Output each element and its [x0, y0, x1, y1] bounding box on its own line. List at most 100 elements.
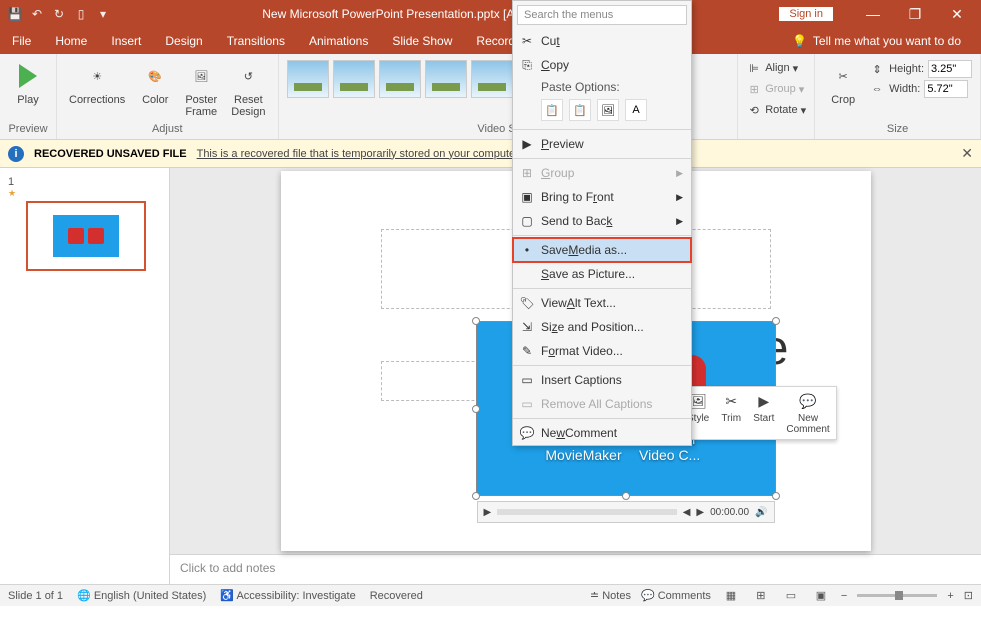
style-thumb[interactable] [379, 60, 421, 98]
ctx-new-comment[interactable]: 💬New Comment [513, 421, 691, 445]
height-icon: ⇕ [869, 61, 885, 77]
ctx-paste-options: 📋 📋 🖼 A [513, 97, 691, 127]
reading-view-button[interactable]: ▭ [781, 588, 801, 604]
tab-home[interactable]: Home [43, 28, 99, 54]
mini-start-button[interactable]: ▶Start [747, 387, 780, 439]
zoom-slider[interactable] [857, 594, 937, 597]
zoom-in-button[interactable]: + [947, 590, 953, 602]
ctx-insert-captions[interactable]: ▭Insert Captions [513, 368, 691, 392]
status-lang[interactable]: 🌐 English (United States) [77, 589, 206, 602]
zoom-out-button[interactable]: − [841, 590, 847, 602]
info-icon: i [8, 146, 24, 162]
corrections-button[interactable]: ☀ Corrections [63, 56, 131, 110]
style-thumb[interactable] [425, 60, 467, 98]
rotate-button[interactable]: ⟲Rotate ▾ [746, 100, 806, 120]
media-seek-track[interactable] [497, 509, 677, 515]
recovery-close-button[interactable]: ✕ [961, 145, 973, 162]
resize-handle[interactable] [472, 317, 480, 325]
sign-in-button[interactable]: Sign in [779, 7, 833, 21]
status-slide: Slide 1 of 1 [8, 590, 63, 602]
ctx-format-video[interactable]: ✎Format Video... [513, 339, 691, 363]
tab-animations[interactable]: Animations [297, 28, 380, 54]
volume-icon[interactable]: 🔊 [755, 507, 767, 518]
normal-view-button[interactable]: ▦ [721, 588, 741, 604]
sorter-view-button[interactable]: ⊞ [751, 588, 771, 604]
play-button[interactable]: Play [6, 56, 50, 110]
undo-icon[interactable]: ↶ [28, 5, 46, 23]
status-comments-button[interactable]: 💬 Comments [641, 589, 711, 602]
corrections-icon: ☀ [81, 60, 113, 92]
notes-pane[interactable]: Click to add notes [170, 554, 981, 584]
color-button[interactable]: 🎨 Color [133, 56, 177, 110]
ctx-save-media-as[interactable]: •Save Media as... [513, 238, 691, 262]
resize-handle[interactable] [622, 492, 630, 500]
crop-button[interactable]: ✂ Crop [821, 56, 865, 110]
zoom-fit-button[interactable]: ⊡ [964, 589, 973, 602]
minimize-button[interactable]: — [853, 0, 893, 28]
recovery-message[interactable]: This is a recovered file that is tempora… [197, 148, 522, 160]
poster-frame-button[interactable]: 🖼 Poster Frame [179, 56, 223, 122]
ribbon: Play Preview ☀ Corrections 🎨 Color 🖼 Pos… [0, 54, 981, 140]
resize-handle[interactable] [772, 317, 780, 325]
ctx-copy[interactable]: ⎘Copy [513, 53, 691, 77]
tell-me-search[interactable]: 💡 Tell me what you want to do [792, 34, 981, 48]
close-button[interactable]: ✕ [937, 0, 977, 28]
crop-icon: ✂ [827, 60, 859, 92]
mini-new-comment-button[interactable]: 💬New Comment [780, 387, 835, 439]
group-icon: ⊞ [746, 81, 762, 97]
tab-file[interactable]: File [0, 28, 43, 54]
ctx-preview[interactable]: ▶Preview [513, 132, 691, 156]
ctx-view-alt-text[interactable]: 🏷View Alt Text... [513, 291, 691, 315]
status-accessibility[interactable]: ♿ Accessibility: Investigate [220, 589, 355, 602]
style-thumb[interactable] [287, 60, 329, 98]
ribbon-group-arrange: ⊫Align ▾ ⊞Group ▾ ⟲Rotate ▾ [738, 54, 815, 139]
tab-slide-show[interactable]: Slide Show [380, 28, 464, 54]
send-back-icon: ▢ [519, 213, 535, 229]
paste-keep-source[interactable]: 📋 [569, 99, 591, 121]
mini-trim-button[interactable]: ✂Trim [715, 387, 747, 439]
resize-handle[interactable] [772, 492, 780, 500]
ctx-size-and-position[interactable]: ⇲Size and Position... [513, 315, 691, 339]
resize-handle[interactable] [472, 405, 480, 413]
paste-dest-theme[interactable]: 📋 [541, 99, 563, 121]
style-thumb[interactable] [471, 60, 513, 98]
media-prev-button[interactable]: ◀ [683, 507, 691, 518]
save-icon[interactable]: 💾 [6, 5, 24, 23]
maximize-button[interactable]: ❐ [895, 0, 935, 28]
ctx-cut[interactable]: ✂Cut [513, 29, 691, 53]
qat-dropdown-icon[interactable]: ▾ [94, 5, 112, 23]
height-input[interactable] [928, 60, 972, 78]
reset-design-button[interactable]: ↺ Reset Design [225, 56, 271, 122]
start-from-beginning-icon[interactable]: ▯ [72, 5, 90, 23]
preview-icon: ▶ [519, 136, 535, 152]
play-icon [19, 64, 37, 88]
paste-text-only[interactable]: A [625, 99, 647, 121]
redo-icon[interactable]: ↻ [50, 5, 68, 23]
resize-handle[interactable] [472, 492, 480, 500]
tab-transitions[interactable]: Transitions [215, 28, 297, 54]
media-controls: ▶ ◀ ▶ 00:00.00 🔊 [477, 501, 775, 523]
width-input[interactable] [924, 80, 968, 98]
ctx-send-to-back[interactable]: ▢Send to Back▶ [513, 209, 691, 233]
ctx-save-as-picture[interactable]: Save as Picture... [513, 262, 691, 286]
style-thumb[interactable] [333, 60, 375, 98]
statusbar: Slide 1 of 1 🌐 English (United States) ♿… [0, 584, 981, 606]
media-play-button[interactable]: ▶ [484, 507, 492, 518]
paste-picture[interactable]: 🖼 [597, 99, 619, 121]
context-menu: Search the menus ✂Cut ⎘Copy Paste Option… [512, 0, 692, 446]
align-button[interactable]: ⊫Align ▾ [746, 58, 806, 78]
bulb-icon: 💡 [792, 34, 807, 48]
media-next-button[interactable]: ▶ [696, 507, 704, 518]
captions-icon: ▭ [519, 372, 535, 388]
ctx-bring-to-front[interactable]: ▣Bring to Front▶ [513, 185, 691, 209]
tab-design[interactable]: Design [153, 28, 214, 54]
context-search-input[interactable]: Search the menus [517, 5, 687, 25]
ctx-paste-header: Paste Options: [513, 77, 691, 97]
slideshow-view-button[interactable]: ▣ [811, 588, 831, 604]
video-style-gallery[interactable]: ▲ ▼ ⌄ [285, 56, 531, 102]
status-notes-button[interactable]: ≐ Notes [590, 589, 631, 602]
tab-insert[interactable]: Insert [99, 28, 153, 54]
slide-thumbnail[interactable] [26, 201, 146, 271]
bring-front-icon: ▣ [519, 189, 535, 205]
quick-access-toolbar: 💾 ↶ ↻ ▯ ▾ [0, 5, 118, 23]
